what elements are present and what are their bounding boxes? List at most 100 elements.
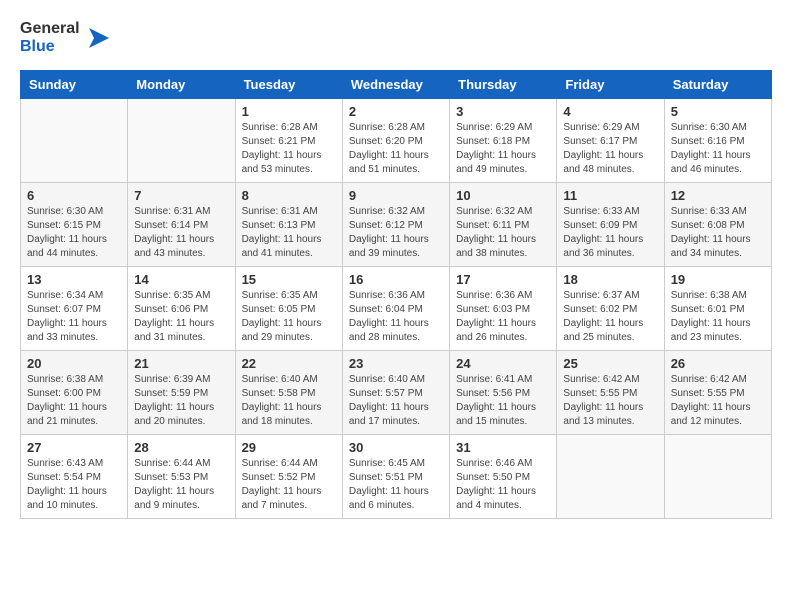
day-info: Sunrise: 6:46 AMSunset: 5:50 PMDaylight:…	[456, 457, 550, 513]
weekday-header-monday: Monday	[128, 71, 235, 99]
day-number: 25	[563, 356, 657, 371]
day-number: 28	[134, 440, 228, 455]
day-number: 18	[563, 272, 657, 287]
calendar-cell: 2 Sunrise: 6:28 AMSunset: 6:20 PMDaylight…	[342, 99, 449, 183]
day-number: 9	[349, 188, 443, 203]
weekday-header-sunday: Sunday	[21, 71, 128, 99]
day-info: Sunrise: 6:39 AMSunset: 5:59 PMDaylight:…	[134, 373, 228, 429]
calendar-cell: 6 Sunrise: 6:30 AMSunset: 6:15 PMDaylight…	[21, 183, 128, 267]
calendar-cell: 26Sunrise: 6:42 AMSunset: 5:55 PMDayligh…	[664, 351, 771, 435]
day-number: 21	[134, 356, 228, 371]
calendar-cell: 20Sunrise: 6:38 AMSunset: 6:00 PMDayligh…	[21, 351, 128, 435]
calendar-cell: 9Sunrise: 6:32 AMSunset: 6:12 PMDaylight…	[342, 183, 449, 267]
calendar-cell: 17 Sunrise: 6:36 AMSunset: 6:03 PMDayligh…	[450, 267, 557, 351]
day-number: 15	[242, 272, 336, 287]
day-number: 3	[456, 104, 550, 119]
day-number: 7	[134, 188, 228, 203]
calendar-week-row: 1 Sunrise: 6:28 AMSunset: 6:21 PMDaylight…	[21, 99, 772, 183]
day-number: 4	[563, 104, 657, 119]
day-number: 22	[242, 356, 336, 371]
day-info: Sunrise: 6:38 AMSunset: 6:01 PMDaylight:…	[671, 289, 765, 345]
calendar-cell: 4 Sunrise: 6:29 AMSunset: 6:17 PMDaylight…	[557, 99, 664, 183]
calendar-cell: 8 Sunrise: 6:31 AMSunset: 6:13 PMDaylight…	[235, 183, 342, 267]
day-number: 24	[456, 356, 550, 371]
calendar-cell: 22 Sunrise: 6:40 AMSunset: 5:58 PMDayligh…	[235, 351, 342, 435]
weekday-header-row: SundayMondayTuesdayWednesdayThursdayFrid…	[21, 71, 772, 99]
calendar-week-row: 20Sunrise: 6:38 AMSunset: 6:00 PMDayligh…	[21, 351, 772, 435]
day-info: Sunrise: 6:44 AMSunset: 5:53 PMDaylight:…	[134, 457, 228, 513]
day-info: Sunrise: 6:42 AMSunset: 5:55 PMDaylight:…	[671, 373, 765, 429]
page-header: General Blue	[20, 20, 772, 55]
day-info: Sunrise: 6:34 AMSunset: 6:07 PMDaylight:…	[27, 289, 121, 345]
calendar-cell	[128, 99, 235, 183]
calendar-cell: 18 Sunrise: 6:37 AMSunset: 6:02 PMDayligh…	[557, 267, 664, 351]
calendar-cell: 27 Sunrise: 6:43 AMSunset: 5:54 PMDayligh…	[21, 435, 128, 519]
weekday-header-tuesday: Tuesday	[235, 71, 342, 99]
calendar-week-row: 13 Sunrise: 6:34 AMSunset: 6:07 PMDayligh…	[21, 267, 772, 351]
day-info: Sunrise: 6:40 AMSunset: 5:57 PMDaylight:…	[349, 373, 443, 429]
day-info: Sunrise: 6:35 AMSunset: 6:05 PMDaylight:…	[242, 289, 336, 345]
day-info: Sunrise: 6:37 AMSunset: 6:02 PMDaylight:…	[563, 289, 657, 345]
calendar-cell: 19 Sunrise: 6:38 AMSunset: 6:01 PMDayligh…	[664, 267, 771, 351]
day-info: Sunrise: 6:29 AMSunset: 6:17 PMDaylight:…	[563, 121, 657, 177]
day-number: 1	[242, 104, 336, 119]
day-info: Sunrise: 6:43 AMSunset: 5:54 PMDaylight:…	[27, 457, 121, 513]
calendar-cell	[21, 99, 128, 183]
calendar-cell: 28 Sunrise: 6:44 AMSunset: 5:53 PMDayligh…	[128, 435, 235, 519]
day-info: Sunrise: 6:36 AMSunset: 6:04 PMDaylight:…	[349, 289, 443, 345]
day-number: 8	[242, 188, 336, 203]
day-info: Sunrise: 6:33 AMSunset: 6:09 PMDaylight:…	[563, 205, 657, 261]
weekday-header-thursday: Thursday	[450, 71, 557, 99]
calendar-cell: 31 Sunrise: 6:46 AMSunset: 5:50 PMDayligh…	[450, 435, 557, 519]
weekday-header-friday: Friday	[557, 71, 664, 99]
logo-general: General	[20, 20, 80, 38]
day-number: 23	[349, 356, 443, 371]
calendar-cell: 29Sunrise: 6:44 AMSunset: 5:52 PMDayligh…	[235, 435, 342, 519]
day-number: 6	[27, 188, 121, 203]
calendar-cell: 12 Sunrise: 6:33 AMSunset: 6:08 PMDayligh…	[664, 183, 771, 267]
day-info: Sunrise: 6:40 AMSunset: 5:58 PMDaylight:…	[242, 373, 336, 429]
day-info: Sunrise: 6:30 AMSunset: 6:16 PMDaylight:…	[671, 121, 765, 177]
day-number: 29	[242, 440, 336, 455]
calendar-cell: 15 Sunrise: 6:35 AMSunset: 6:05 PMDayligh…	[235, 267, 342, 351]
day-number: 5	[671, 104, 765, 119]
day-number: 31	[456, 440, 550, 455]
calendar-cell: 21 Sunrise: 6:39 AMSunset: 5:59 PMDayligh…	[128, 351, 235, 435]
day-number: 2	[349, 104, 443, 119]
day-number: 13	[27, 272, 121, 287]
calendar-cell: 11Sunrise: 6:33 AMSunset: 6:09 PMDayligh…	[557, 183, 664, 267]
day-info: Sunrise: 6:42 AMSunset: 5:55 PMDaylight:…	[563, 373, 657, 429]
day-number: 27	[27, 440, 121, 455]
day-info: Sunrise: 6:28 AMSunset: 6:21 PMDaylight:…	[242, 121, 336, 177]
day-number: 30	[349, 440, 443, 455]
day-info: Sunrise: 6:33 AMSunset: 6:08 PMDaylight:…	[671, 205, 765, 261]
day-info: Sunrise: 6:31 AMSunset: 6:13 PMDaylight:…	[242, 205, 336, 261]
day-info: Sunrise: 6:41 AMSunset: 5:56 PMDaylight:…	[456, 373, 550, 429]
logo-arrow-icon	[84, 23, 114, 53]
day-info: Sunrise: 6:38 AMSunset: 6:00 PMDaylight:…	[27, 373, 121, 429]
day-number: 10	[456, 188, 550, 203]
calendar-cell: 24 Sunrise: 6:41 AMSunset: 5:56 PMDayligh…	[450, 351, 557, 435]
calendar-cell: 5 Sunrise: 6:30 AMSunset: 6:16 PMDaylight…	[664, 99, 771, 183]
day-number: 12	[671, 188, 765, 203]
day-number: 16	[349, 272, 443, 287]
day-info: Sunrise: 6:32 AMSunset: 6:11 PMDaylight:…	[456, 205, 550, 261]
day-info: Sunrise: 6:35 AMSunset: 6:06 PMDaylight:…	[134, 289, 228, 345]
calendar-table: SundayMondayTuesdayWednesdayThursdayFrid…	[20, 70, 772, 519]
day-info: Sunrise: 6:36 AMSunset: 6:03 PMDaylight:…	[456, 289, 550, 345]
day-info: Sunrise: 6:28 AMSunset: 6:20 PMDaylight:…	[349, 121, 443, 177]
calendar-week-row: 6 Sunrise: 6:30 AMSunset: 6:15 PMDaylight…	[21, 183, 772, 267]
calendar-cell	[664, 435, 771, 519]
day-number: 14	[134, 272, 228, 287]
day-info: Sunrise: 6:45 AMSunset: 5:51 PMDaylight:…	[349, 457, 443, 513]
day-number: 17	[456, 272, 550, 287]
weekday-header-wednesday: Wednesday	[342, 71, 449, 99]
day-info: Sunrise: 6:29 AMSunset: 6:18 PMDaylight:…	[456, 121, 550, 177]
calendar-cell: 30 Sunrise: 6:45 AMSunset: 5:51 PMDayligh…	[342, 435, 449, 519]
day-info: Sunrise: 6:30 AMSunset: 6:15 PMDaylight:…	[27, 205, 121, 261]
calendar-cell: 13 Sunrise: 6:34 AMSunset: 6:07 PMDayligh…	[21, 267, 128, 351]
day-number: 19	[671, 272, 765, 287]
calendar-cell: 14 Sunrise: 6:35 AMSunset: 6:06 PMDayligh…	[128, 267, 235, 351]
calendar-cell: 3 Sunrise: 6:29 AMSunset: 6:18 PMDaylight…	[450, 99, 557, 183]
weekday-header-saturday: Saturday	[664, 71, 771, 99]
